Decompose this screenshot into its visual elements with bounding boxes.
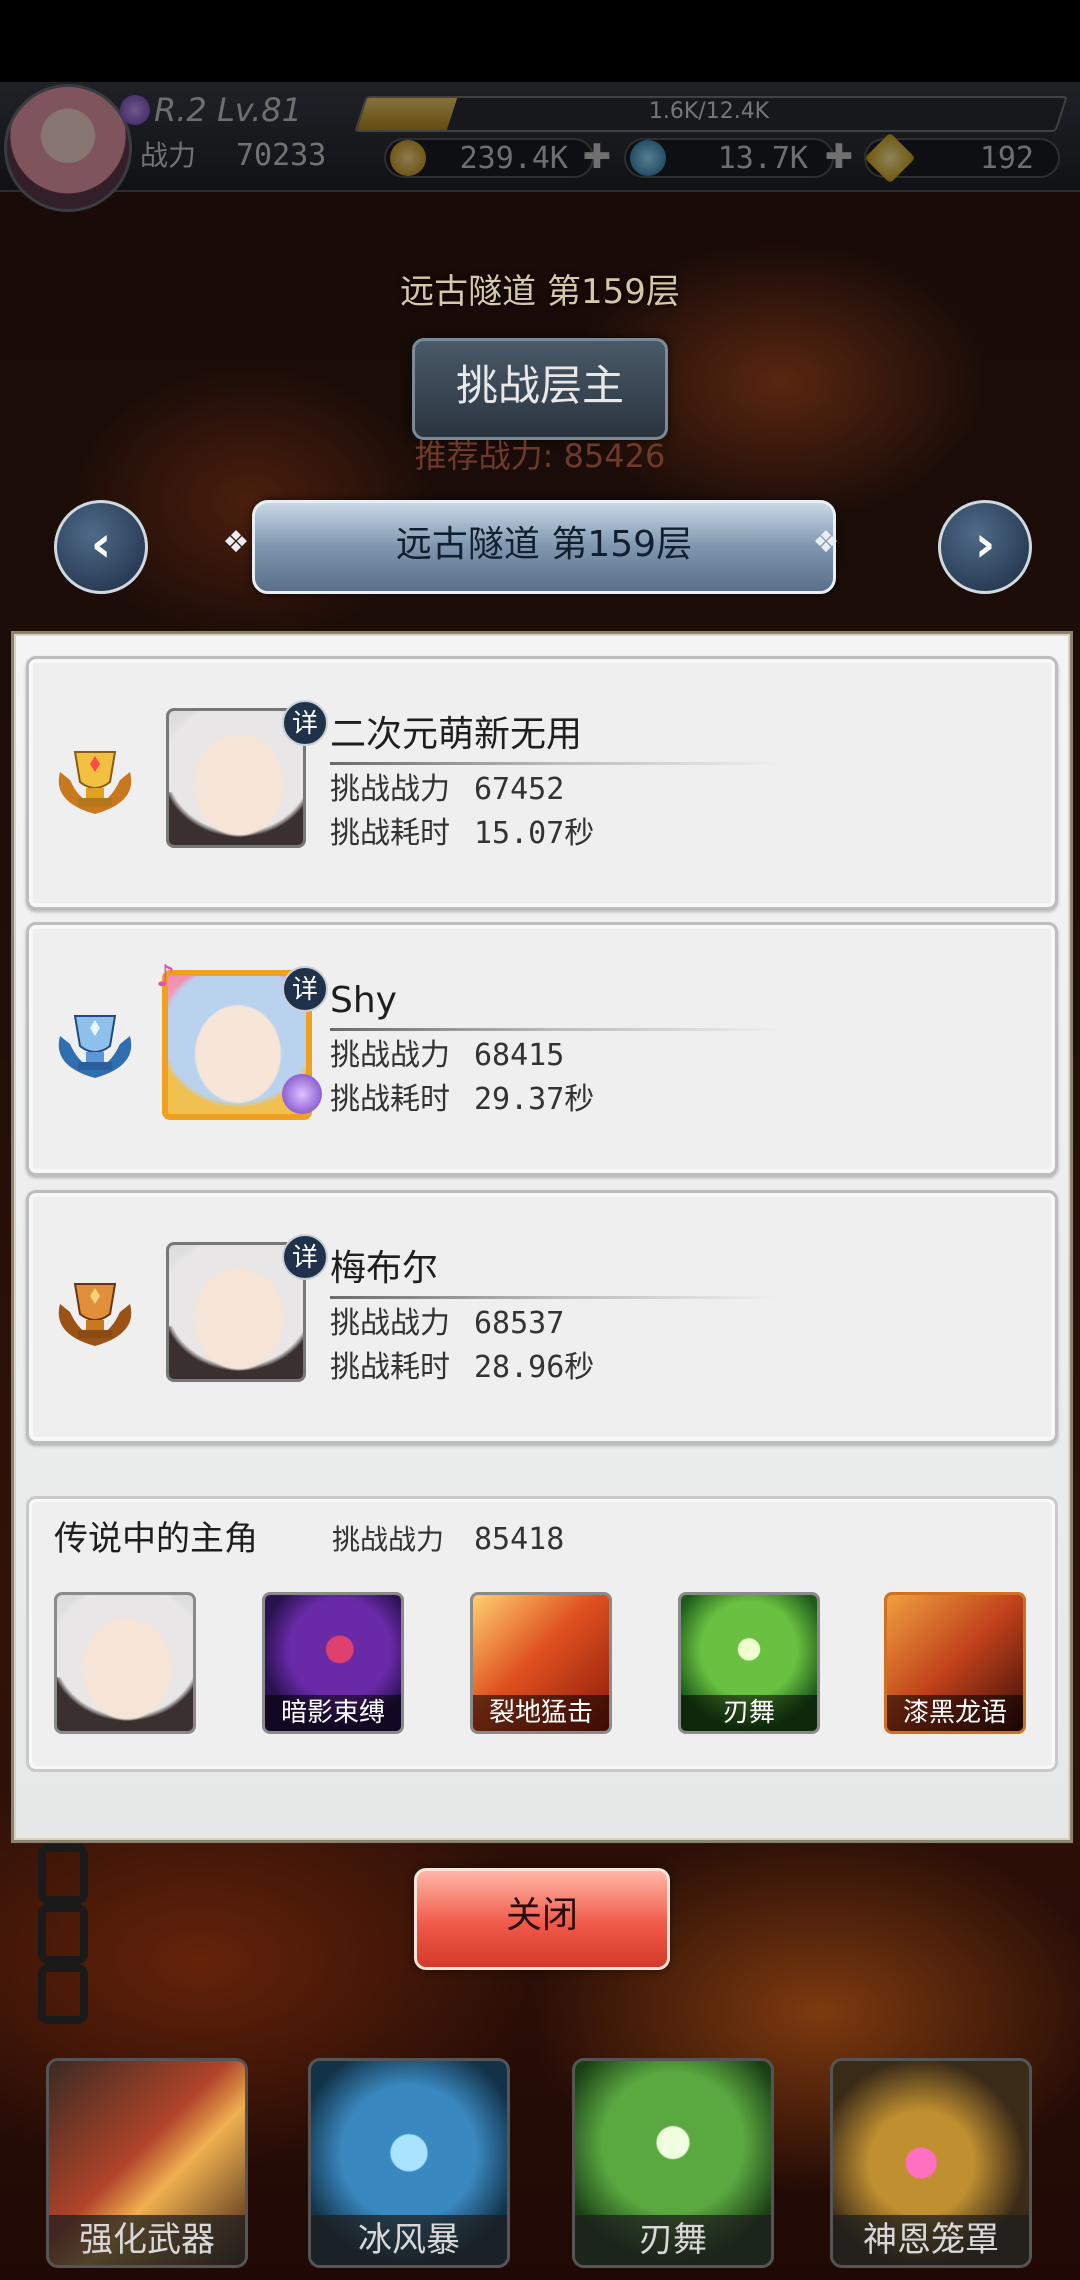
next-floor-button[interactable]: › — [938, 500, 1032, 594]
dark-dragon-skill[interactable]: 漆黑龙语 — [884, 1592, 1026, 1734]
music-note-icon: ♪ — [156, 959, 176, 994]
player-name: 梅布尔 — [330, 1248, 439, 1289]
bronze-trophy-icon — [58, 1283, 132, 1346]
purple-orb-icon — [282, 1074, 322, 1114]
name-underline — [330, 762, 780, 765]
detail-button[interactable]: 详 — [282, 966, 328, 1012]
name-underline — [330, 1296, 780, 1299]
chevron-right-icon: › — [974, 515, 996, 573]
detail-button[interactable]: 详 — [282, 1234, 328, 1280]
hero-portrait[interactable] — [54, 1592, 196, 1734]
chain-decoration — [38, 1904, 88, 1964]
silver-trophy-icon — [58, 1015, 132, 1078]
chain-decoration — [38, 1964, 88, 2024]
dungeon-floor-title: 远古隧道 第159层 — [400, 272, 680, 312]
banner-flourish-right: ❖ — [812, 525, 840, 560]
name-underline — [330, 1028, 780, 1031]
player-name: 二次元萌新无用 — [330, 714, 583, 755]
gold-trophy-icon — [58, 751, 132, 814]
challenge-time: 挑战耗时 29.37秒 — [330, 1082, 595, 1117]
blade-dance-dock-skill[interactable]: 刃舞 — [572, 2058, 774, 2268]
ground-slam-skill[interactable]: 裂地猛击 — [470, 1592, 612, 1734]
blade-dance-skill[interactable]: 刃舞 — [678, 1592, 820, 1734]
enhance-weapon-skill[interactable]: 强化武器 — [46, 2058, 248, 2268]
shadow-bind-skill[interactable]: 暗影束缚 — [262, 1592, 404, 1734]
challenge-power: 挑战战力 68415 — [330, 1038, 565, 1073]
divine-grace-skill[interactable]: 神恩笼罩 — [830, 2058, 1032, 2268]
recommended-power: 推荐战力: 85426 — [414, 437, 666, 475]
legendary-hero-title: 传说中的主角 — [54, 1519, 258, 1559]
floor-banner: 远古隧道 第159层 — [252, 500, 836, 594]
prev-floor-button[interactable]: ‹ — [54, 500, 148, 594]
legend-power-label: 挑战战力 — [332, 1523, 445, 1556]
detail-button[interactable]: 详 — [282, 700, 328, 746]
challenge-power: 挑战战力 67452 — [330, 772, 565, 807]
challenge-power: 挑战战力 68537 — [330, 1306, 565, 1341]
banner-flourish-left: ❖ — [222, 525, 250, 560]
ice-storm-skill[interactable]: 冰风暴 — [308, 2058, 510, 2268]
close-button[interactable]: 关闭 — [414, 1868, 670, 1970]
challenge-time: 挑战耗时 28.96秒 — [330, 1350, 595, 1385]
player-name: Shy — [330, 980, 397, 1021]
challenge-time: 挑战耗时 15.07秒 — [330, 816, 595, 851]
chevron-left-icon: ‹ — [90, 515, 112, 573]
challenge-boss-button[interactable]: 挑战层主 — [412, 338, 668, 440]
chain-decoration — [38, 1844, 88, 1904]
legend-power-value: 85418 — [474, 1522, 565, 1557]
